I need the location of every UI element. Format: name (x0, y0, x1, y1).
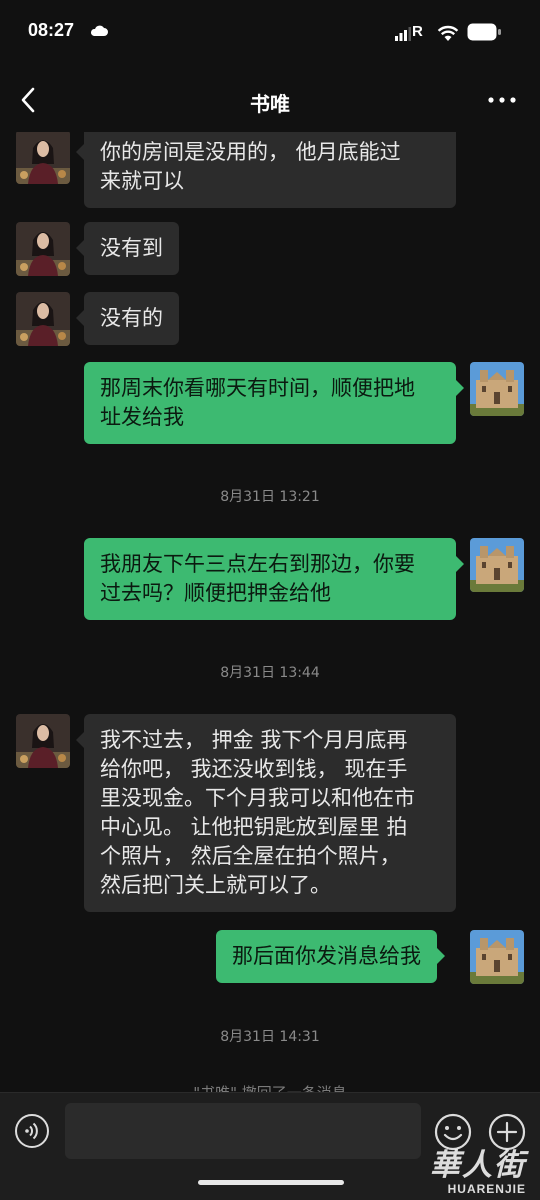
message-bubble-incoming[interactable]: 你的房间是没用的， 他月底能过 来就可以 (76, 132, 456, 208)
message-line: 来就可以 (100, 169, 184, 193)
message-line: 我不过去， 押金 我下个月月底再 (100, 728, 408, 752)
contact-avatar[interactable] (16, 222, 70, 276)
watermark-sub-text: HUARENJIE (447, 1182, 526, 1196)
message-timestamp: 8月31日 14:31 (220, 1029, 320, 1045)
message-line: 个照片， 然后全屋在拍个照片， (100, 844, 401, 868)
my-avatar[interactable] (470, 930, 524, 984)
message-bubble-outgoing[interactable]: 我朋友下午三点左右到那边，你要 过去吗？顺便把押金给他 (84, 538, 464, 620)
cloud-icon (90, 25, 108, 36)
voice-icon[interactable] (14, 1113, 50, 1149)
signal-icon (395, 27, 411, 41)
message-line: 址发给我 (100, 405, 184, 429)
message-bubble-incoming[interactable]: 没有到 (76, 222, 179, 275)
message-line: 中心见。 让他把钥匙放到屋里 拍 (100, 815, 408, 839)
message-bubble-incoming[interactable]: 我不过去， 押金 我下个月月底再 给你吧， 我还没收到钱， 现在手 里没现金。下… (76, 714, 456, 912)
chat-title: 书唯 (250, 92, 290, 116)
my-avatar[interactable] (470, 538, 524, 592)
message-line: 没有到 (100, 236, 163, 260)
message-line: 你的房间是没用的， 他月底能过 (100, 140, 401, 164)
carrier-label: R (412, 23, 423, 40)
battery-icon (467, 23, 501, 41)
recall-notice: "书唯" 撤回了一条消息 (0, 1082, 540, 1092)
message-line: 那后面你发消息给我 (232, 944, 421, 968)
my-avatar[interactable] (470, 362, 524, 416)
contact-avatar[interactable] (16, 714, 70, 768)
home-indicator[interactable] (198, 1180, 344, 1185)
message-line: 给你吧， 我还没收到钱， 现在手 (100, 757, 408, 781)
contact-avatar[interactable] (16, 132, 70, 184)
message-line: 过去吗？顺便把押金给他 (100, 581, 331, 605)
message-line: 里没现金。下个月我可以和他在市 (100, 786, 415, 810)
status-bar: 08:27 R (0, 0, 540, 66)
message-line: 那周末你看哪天有时间，顺便把地 (100, 376, 415, 400)
chat-header: 书唯 (0, 66, 540, 136)
contact-avatar[interactable] (16, 292, 70, 346)
watermark-main-text: 華人街 (430, 1148, 526, 1183)
message-timestamp: 8月31日 13:21 (220, 489, 320, 505)
more-dots-icon[interactable] (486, 88, 518, 112)
watermark-logo: 華人街 HUARENJIE (400, 1138, 540, 1200)
message-bubble-outgoing[interactable]: 那周末你看哪天有时间，顺便把地 址发给我 (84, 362, 464, 444)
wifi-icon (437, 25, 459, 41)
status-time: 08:27 (28, 20, 75, 40)
message-line: 我朋友下午三点左右到那边，你要 (100, 552, 415, 576)
message-list[interactable]: 你的房间是没用的， 他月底能过 来就可以 没有到 没有的 那周末你看哪天有时间，… (0, 132, 540, 1092)
message-bubble-outgoing[interactable]: 那后面你发消息给我 (216, 930, 445, 983)
message-line: 然后把门关上就可以了。 (100, 873, 331, 897)
message-bubble-incoming[interactable]: 没有的 (76, 292, 179, 345)
message-timestamp: 8月31日 13:44 (220, 665, 320, 681)
message-line: 没有的 (100, 306, 163, 330)
message-input[interactable] (65, 1103, 421, 1159)
